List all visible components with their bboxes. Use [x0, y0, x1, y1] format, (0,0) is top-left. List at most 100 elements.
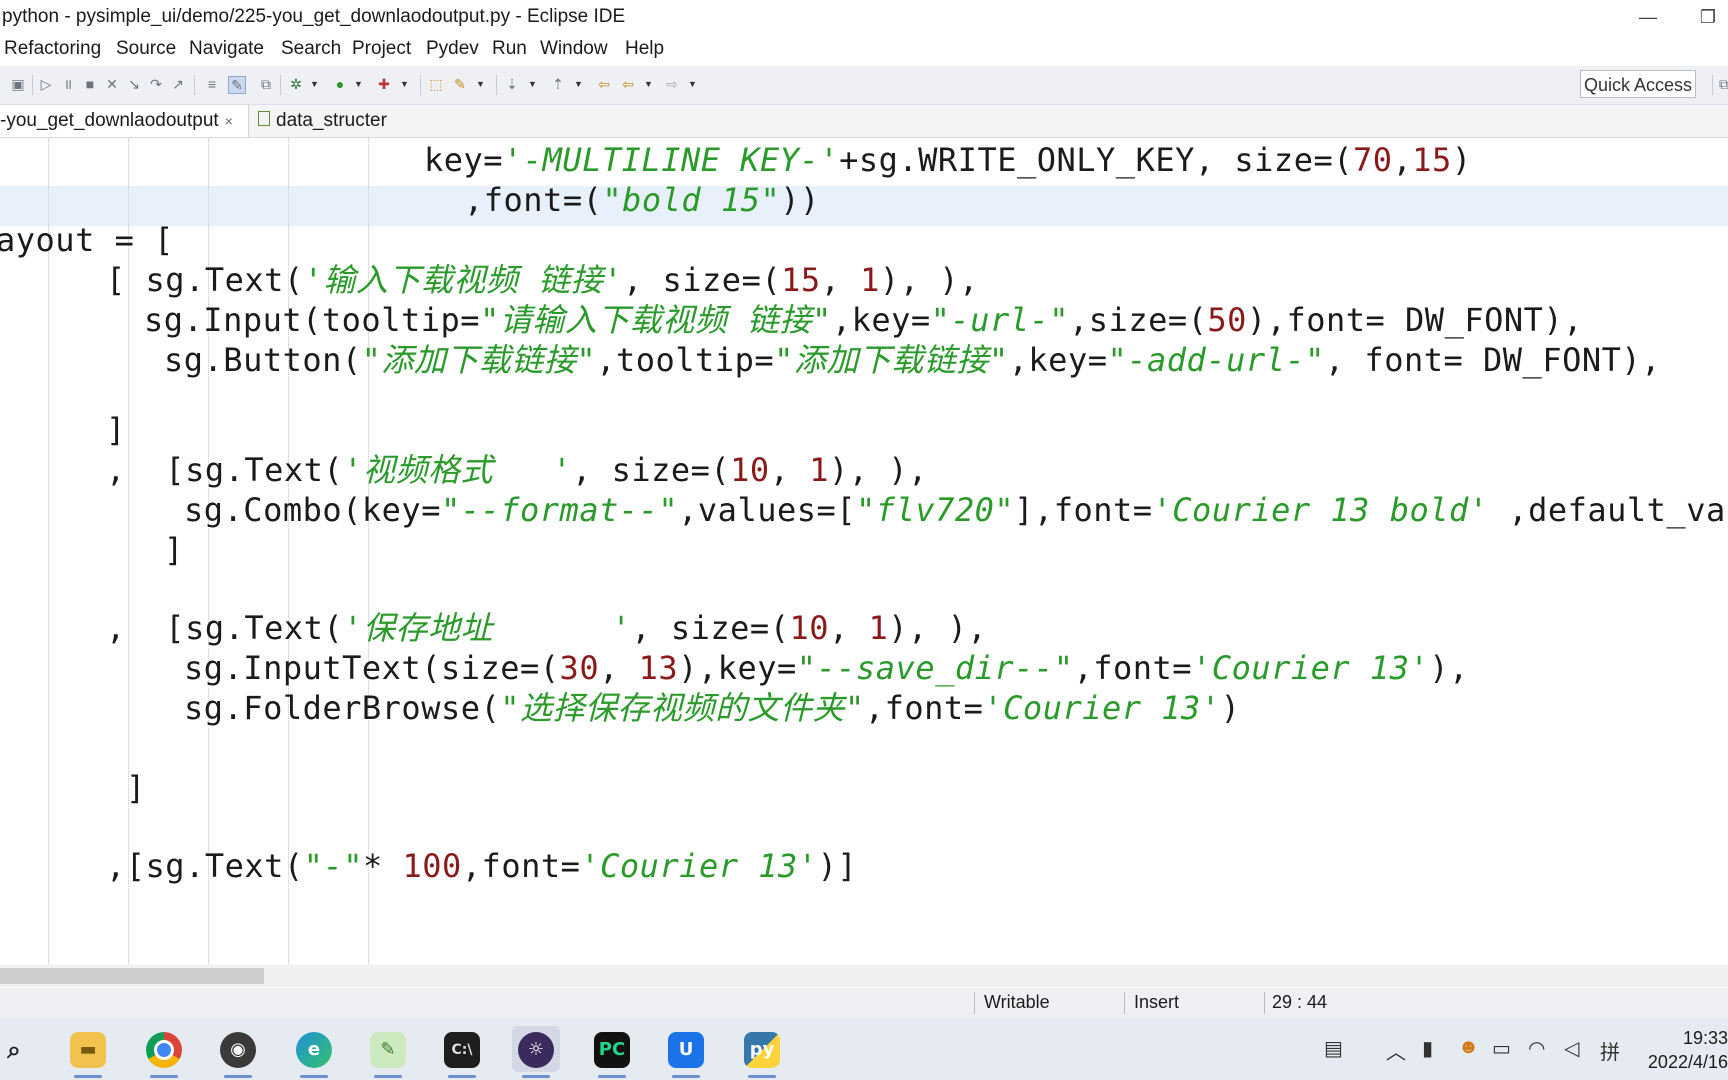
code-token: 10	[730, 451, 770, 489]
tab-you-get-downlaodoutput[interactable]: -you_get_downlaodoutput ×	[0, 105, 249, 137]
debug-icon[interactable]: ✲	[288, 76, 304, 92]
status-separator	[1124, 992, 1125, 1014]
run-icon[interactable]: ●	[332, 76, 348, 92]
open-type-icon[interactable]: ⬚	[428, 76, 444, 92]
search-dropdown-icon[interactable]: ▼	[476, 78, 486, 90]
menu-run[interactable]: Run	[492, 38, 527, 60]
toggle-mark-occurrences-icon[interactable]: ✎	[228, 76, 246, 94]
quick-access-input[interactable]: Quick Access	[1580, 70, 1696, 98]
step-return-icon[interactable]: ↗	[170, 76, 186, 92]
code-token: "添加下载链接"	[774, 341, 1009, 379]
console-icon[interactable]: ▣	[10, 76, 26, 92]
code-token: ayout = [	[0, 221, 174, 259]
search-icon[interactable]: ⌕	[0, 1026, 38, 1072]
search-tool-icon[interactable]: ✎	[452, 76, 468, 92]
scrollbar-thumb[interactable]	[0, 968, 264, 984]
disconnect-icon[interactable]: ✕	[104, 76, 120, 92]
code-editor[interactable]: key='-MULTILINE KEY-'+sg.WRITE_ONLY_KEY,…	[0, 138, 1728, 965]
code-token: ),font= DW_FONT),	[1246, 301, 1583, 339]
code-token: ))	[780, 181, 820, 219]
python-icon[interactable]: py	[738, 1026, 786, 1078]
battery-icon[interactable]: ▭	[1492, 1036, 1511, 1061]
network-icon[interactable]: ◠	[1528, 1036, 1545, 1061]
perspective-icon[interactable]: ⧉	[1716, 76, 1728, 92]
edge-icon[interactable]: e	[290, 1026, 338, 1078]
show-hidden-icons-icon[interactable]: ︿	[1386, 1036, 1406, 1065]
resume-icon[interactable]: ▷	[38, 76, 54, 92]
terminate-icon[interactable]: ■	[82, 76, 98, 92]
restore-button[interactable]: ❐	[1688, 2, 1728, 32]
code-token: ,font=	[461, 847, 581, 885]
show-whitespace-icon[interactable]: ≡	[204, 76, 220, 92]
code-line: [ sg.Text('输入下载视频 链接', size=(15, 1), ),	[106, 260, 979, 300]
close-tab-icon[interactable]: ×	[225, 113, 233, 129]
next-annotation-icon[interactable]: ⇣	[504, 76, 520, 92]
code-token: key=	[424, 141, 504, 179]
menu-source[interactable]: Source	[116, 38, 176, 60]
next-annotation-dropdown-icon[interactable]: ▼	[528, 78, 538, 90]
status-bar: Writable Insert 29 : 44	[0, 988, 1728, 1018]
current-line-highlight	[0, 186, 1728, 226]
chrome-icon[interactable]	[140, 1026, 188, 1078]
code-token: +sg.WRITE_ONLY_KEY, size=(	[839, 141, 1353, 179]
menu-project[interactable]: Project	[352, 38, 411, 60]
menu-pydev[interactable]: Pydev	[426, 38, 479, 60]
code-line: ,[sg.Text("-"* 100,font='Courier 13')]	[106, 846, 857, 886]
code-token: ), ),	[828, 451, 928, 489]
back-icon[interactable]: ⇦	[620, 76, 636, 92]
tab-label: data_structer	[276, 110, 387, 131]
external-tools-icon[interactable]: ✚	[376, 76, 392, 92]
last-edit-icon[interactable]: ⇦	[596, 76, 612, 92]
menu-help[interactable]: Help	[625, 38, 664, 60]
previous-annotation-icon[interactable]: ⇡	[550, 76, 566, 92]
obs-icon[interactable]: ◉	[214, 1026, 262, 1078]
step-over-icon[interactable]: ↷	[148, 76, 164, 92]
toolbar-separator	[1712, 75, 1713, 95]
code-token: ,	[769, 451, 810, 489]
volume-icon[interactable]: ◁	[1564, 1036, 1579, 1061]
menu-navigate[interactable]: Navigate	[189, 38, 264, 60]
code-line: ]	[126, 768, 146, 808]
code-token: "--save_dir--"	[796, 649, 1074, 687]
toolbar-separator	[194, 75, 195, 95]
external-tools-dropdown-icon[interactable]: ▼	[400, 78, 410, 90]
forward-dropdown-icon[interactable]: ▼	[688, 78, 698, 90]
code-token: ,size=(	[1069, 301, 1208, 339]
run-dropdown-icon[interactable]: ▼	[354, 78, 364, 90]
menu-refactoring[interactable]: Refactoring	[4, 38, 101, 60]
minimize-button[interactable]: —	[1628, 2, 1668, 32]
app-icon[interactable]: U	[662, 1026, 710, 1078]
terminal-icon[interactable]: C:\	[438, 1026, 486, 1078]
open-perspective-icon[interactable]: ⧉	[258, 76, 274, 92]
code-line: , [sg.Text('视频格式 ', size=(10, 1), ),	[106, 450, 928, 490]
code-token: "添加下载链接"	[361, 341, 597, 379]
qq-icon[interactable]: ☻	[1458, 1036, 1479, 1059]
forward-icon[interactable]: ⇨	[664, 76, 680, 92]
microphone-icon[interactable]: ▮	[1422, 1036, 1433, 1061]
code-token: 15	[781, 261, 821, 299]
file-explorer-icon[interactable]: ▬	[64, 1026, 112, 1078]
previous-annotation-dropdown-icon[interactable]: ▼	[574, 78, 584, 90]
back-dropdown-icon[interactable]: ▼	[644, 78, 654, 90]
system-clock[interactable]: 19:33 2022/4/16	[1640, 1026, 1728, 1074]
input-method-icon[interactable]: 拼	[1600, 1036, 1620, 1065]
suspend-icon[interactable]: ॥	[60, 76, 76, 92]
code-token: ,key=	[831, 301, 931, 339]
tab-data-structer[interactable]: data_structer	[258, 105, 387, 137]
horizontal-scrollbar[interactable]	[0, 965, 1728, 987]
step-into-icon[interactable]: ↘	[126, 76, 142, 92]
eclipse-icon[interactable]: ☼	[512, 1026, 560, 1078]
code-token: ,default_va	[1488, 491, 1726, 529]
menu-search[interactable]: Search	[281, 38, 341, 60]
code-line: ]	[106, 410, 126, 450]
code-token: ,values=[	[678, 491, 857, 529]
code-token: sg.Combo(key=	[184, 491, 441, 529]
code-token: ),	[1429, 649, 1469, 687]
debug-dropdown-icon[interactable]: ▼	[310, 78, 320, 90]
code-token: ]	[106, 411, 126, 449]
news-widget-icon[interactable]: ▤	[1324, 1036, 1343, 1061]
code-token: , size=(	[572, 451, 731, 489]
menu-window[interactable]: Window	[540, 38, 608, 60]
pycharm-icon[interactable]: PC	[588, 1026, 636, 1078]
notepad-icon[interactable]: ✎	[364, 1026, 412, 1078]
